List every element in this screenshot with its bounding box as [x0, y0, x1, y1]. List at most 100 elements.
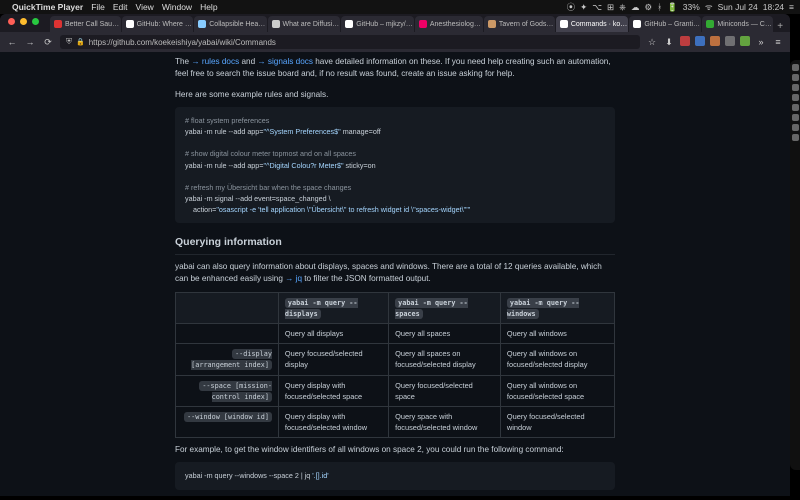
status-icon[interactable]: ☁︎: [631, 2, 640, 13]
browser-toolbar: ← → ⟳ ⛨ 🔒 https://github.com/koekeishiya…: [0, 32, 790, 52]
signals-docs-link[interactable]: signals docs: [268, 57, 313, 66]
browser-tab[interactable]: GitHub – Granti…×: [629, 16, 701, 32]
col-spaces: yabai -m query --spaces: [395, 298, 468, 319]
browser-tab[interactable]: Miniconds — C…×: [702, 16, 773, 32]
table-row: Query all displays Query all spaces Quer…: [176, 324, 615, 344]
menu-view[interactable]: View: [136, 2, 154, 12]
macos-menubar: QuickTime Player File Edit View Window H…: [0, 0, 800, 14]
col-windows: yabai -m query --windows: [507, 298, 580, 319]
menu-file[interactable]: File: [91, 2, 105, 12]
query-table: yabai -m query --displays yabai -m query…: [175, 292, 615, 438]
code-block-rules[interactable]: # float system preferences yabai -m rule…: [175, 107, 615, 223]
tab-label: GitHub – mjkzy/…: [356, 21, 412, 28]
dock-app-icon[interactable]: [792, 124, 799, 131]
dock-app-icon[interactable]: [792, 84, 799, 91]
new-tab-button[interactable]: +: [774, 21, 786, 32]
table-row: --window [window id] Query display with …: [176, 406, 615, 437]
forward-button[interactable]: →: [24, 36, 36, 48]
ext-icon[interactable]: [710, 36, 720, 46]
tab-label: Commands · ko…: [571, 21, 627, 28]
tab-label: Miniconds — C…: [717, 21, 771, 28]
menu-edit[interactable]: Edit: [113, 2, 128, 12]
browser-tab[interactable]: Collapsible Hea…×: [194, 16, 266, 32]
favicon-icon: [345, 20, 353, 28]
tab-label: Tavern of Gods…: [499, 21, 553, 28]
toolbar-extensions: ☆ ⬇ » ≡: [646, 36, 784, 48]
browser-tab[interactable]: Tavern of Gods…×: [484, 16, 555, 32]
table-row: --display [arrangement index] Query focu…: [176, 344, 615, 375]
menubar-time[interactable]: 18:24: [763, 2, 784, 12]
tab-label: GitHub: Where …: [137, 21, 192, 28]
examples-lead: Here are some example rules and signals.: [175, 89, 615, 101]
menu-window[interactable]: Window: [162, 2, 192, 12]
browser-tab[interactable]: Commands · ko…×: [556, 16, 629, 32]
favicon-icon: [706, 20, 714, 28]
reload-button[interactable]: ⟳: [42, 36, 54, 48]
col-displays: yabai -m query --displays: [285, 298, 358, 319]
overflow-icon[interactable]: »: [755, 36, 767, 48]
browser-tab[interactable]: Better Call Sau…×: [50, 16, 121, 32]
hamburger-menu-icon[interactable]: ≡: [772, 36, 784, 48]
status-icon[interactable]: ✦: [580, 2, 587, 13]
status-icon[interactable]: ⚙: [644, 2, 652, 13]
status-icon[interactable]: ⦿: [567, 1, 576, 13]
table-header-row: yabai -m query --displays yabai -m query…: [176, 292, 615, 323]
ext-icon[interactable]: [740, 36, 750, 46]
dock-app-icon[interactable]: [792, 134, 799, 141]
tab-label: Collapsible Hea…: [209, 21, 265, 28]
ext-icon[interactable]: [680, 36, 690, 46]
favicon-icon: [272, 20, 280, 28]
menu-help[interactable]: Help: [200, 2, 217, 12]
dock-app-icon[interactable]: [792, 64, 799, 71]
favicon-icon: [560, 20, 568, 28]
url-text: https://github.com/koekeishiya/yabai/wik…: [89, 38, 276, 47]
dock-app-icon[interactable]: [792, 74, 799, 81]
tab-label: Better Call Sau…: [65, 21, 119, 28]
status-icon[interactable]: ⎈: [619, 2, 626, 13]
bluetooth-icon[interactable]: ᚼ: [657, 2, 662, 12]
page-content[interactable]: The → rules docs and → signals docs have…: [0, 52, 790, 496]
status-icon[interactable]: ⌥: [592, 2, 602, 13]
minimize-window-button[interactable]: [20, 18, 27, 25]
control-center-icon[interactable]: ≡: [789, 2, 794, 12]
macos-dock[interactable]: [790, 60, 800, 470]
back-button[interactable]: ←: [6, 36, 18, 48]
tab-label: What are Diffusi…: [283, 21, 340, 28]
browser-tab[interactable]: What are Diffusi…×: [268, 16, 341, 32]
browser-tab[interactable]: GitHub – mjkzy/…×: [341, 16, 414, 32]
menubar-date[interactable]: Sun Jul 24: [718, 2, 758, 12]
rules-docs-link[interactable]: rules docs: [202, 57, 239, 66]
code-block-query[interactable]: yabai -m query --windows --space 2 | jq …: [175, 462, 615, 489]
favicon-icon: [54, 20, 62, 28]
wifi-icon[interactable]: ᯤ: [705, 2, 713, 13]
dock-app-icon[interactable]: [792, 104, 799, 111]
lock-icon[interactable]: 🔒: [76, 38, 85, 46]
address-bar[interactable]: ⛨ 🔒 https://github.com/koekeishiya/yabai…: [60, 35, 640, 49]
dock-app-icon[interactable]: [792, 94, 799, 101]
table-row: --space [mission-control index] Query di…: [176, 375, 615, 406]
intro-paragraph: The → rules docs and → signals docs have…: [175, 56, 615, 81]
tab-label: GitHub – Granti…: [644, 21, 700, 28]
close-window-button[interactable]: [8, 18, 15, 25]
maximize-window-button[interactable]: [32, 18, 39, 25]
example-lead: For example, to get the window identifie…: [175, 444, 615, 456]
favicon-icon: [633, 20, 641, 28]
star-icon[interactable]: ☆: [646, 36, 658, 48]
browser-tab[interactable]: GitHub: Where …×: [122, 16, 194, 32]
dock-app-icon[interactable]: [792, 114, 799, 121]
window-controls: [8, 18, 39, 25]
ext-icon[interactable]: [695, 36, 705, 46]
download-icon[interactable]: ⬇: [663, 36, 675, 48]
tab-label: Anesthesiolog…: [430, 21, 481, 28]
browser-tab[interactable]: Anesthesiolog…×: [415, 16, 483, 32]
menubar-status: ⦿ ✦ ⌥ ⊞ ⎈ ☁︎ ⚙ ᚼ 🔋 33% ᯤ Sun Jul 24 18:2…: [567, 1, 794, 13]
querying-heading: Querying information: [175, 235, 615, 255]
menubar-app-name[interactable]: QuickTime Player: [12, 2, 83, 12]
query-paragraph: yabai can also query information about d…: [175, 261, 615, 286]
status-icon[interactable]: ⊞: [607, 2, 614, 13]
tab-strip: Better Call Sau…×GitHub: Where …×Collaps…: [0, 14, 790, 32]
shield-icon[interactable]: ⛨: [66, 37, 72, 47]
battery-icon[interactable]: 🔋: [667, 2, 678, 13]
firefox-window: Better Call Sau…×GitHub: Where …×Collaps…: [0, 14, 790, 496]
ext-icon[interactable]: [725, 36, 735, 46]
